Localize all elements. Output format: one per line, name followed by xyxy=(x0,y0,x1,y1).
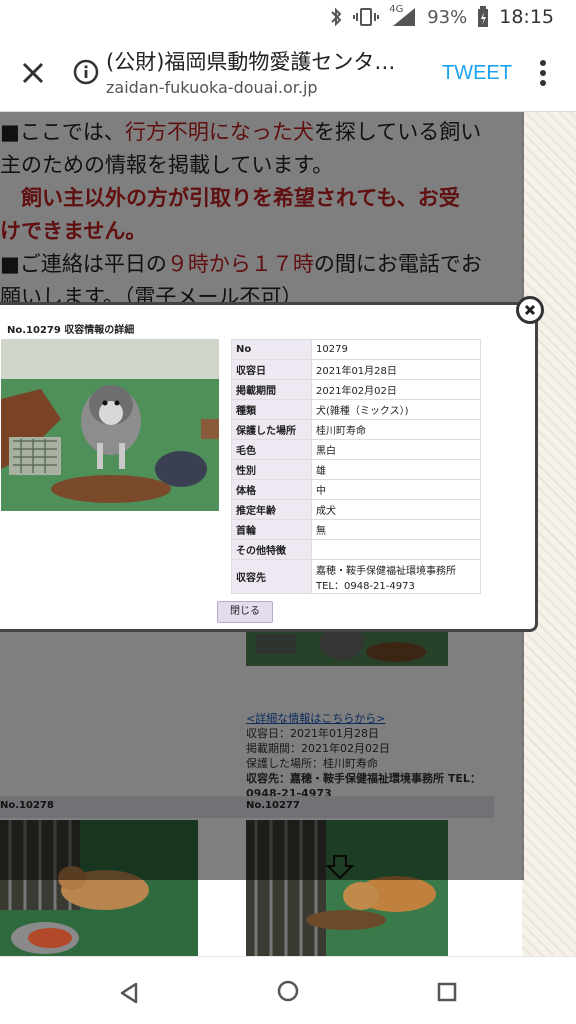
close-icon xyxy=(524,304,536,316)
overflow-menu-icon[interactable] xyxy=(537,58,549,88)
detail-key: 種類 xyxy=(231,399,312,420)
system-nav-bar xyxy=(0,956,576,1024)
custom-tab-toolbar: (公財)福岡県動物愛護センタ… zaidan-fukuoka-douai.or.… xyxy=(0,36,576,112)
detail-key: 収容日 xyxy=(231,359,312,380)
close-modal-button[interactable]: 閉じる xyxy=(217,601,273,623)
detail-row: 保護した場所 桂川町寿命 xyxy=(231,419,481,440)
clock: 18:15 xyxy=(499,6,554,28)
detail-key: 保護した場所 xyxy=(231,419,312,440)
detail-row: その他特徴 xyxy=(231,539,481,560)
detail-key: 掲載期間 xyxy=(231,379,312,400)
detail-row: 性別雄 xyxy=(231,459,481,480)
detail-key: 推定年齢 xyxy=(231,499,312,520)
recent-apps-icon[interactable] xyxy=(436,981,458,1003)
modal-close-button[interactable] xyxy=(516,296,544,324)
detail-row: 推定年齢 成犬 xyxy=(231,499,481,520)
bluetooth-icon xyxy=(331,7,342,27)
info-icon[interactable] xyxy=(72,58,100,86)
detail-key: 性別 xyxy=(231,459,312,480)
detail-row: 種類 犬(雑種（ミックス）) xyxy=(231,399,481,420)
battery-percent: 93% xyxy=(427,6,468,28)
page-url: zaidan-fukuoka-douai.or.jp xyxy=(106,78,318,97)
detail-value: 成犬 xyxy=(311,499,481,520)
detail-key: No xyxy=(231,339,312,360)
detail-value: 桂川町寿命 xyxy=(311,419,481,440)
detail-row: 収容日 2021年01月28日 xyxy=(231,359,481,380)
signal-icon: 4G xyxy=(389,4,417,28)
close-icon[interactable] xyxy=(18,58,48,88)
detail-value: 10279 xyxy=(311,339,481,360)
battery-icon xyxy=(478,6,489,27)
detail-key: 首輪 xyxy=(231,519,312,540)
detail-value xyxy=(311,539,481,560)
detail-key: 収容先 xyxy=(231,559,312,594)
detail-key: 毛色 xyxy=(231,439,312,460)
detail-value: 2021年01月28日 xyxy=(311,359,481,380)
detail-key: 体格 xyxy=(231,479,312,500)
modal-title: No.10279 収容情報の詳細 xyxy=(7,325,135,336)
detail-value: 2021年02月02日 xyxy=(311,379,481,400)
status-bar: 4G 93% 18:15 xyxy=(0,0,576,36)
detail-row: 掲載期間 2021年02月02日 xyxy=(231,379,481,400)
network-type-label: 4G xyxy=(389,4,404,15)
detail-key: その他特徴 xyxy=(231,539,312,560)
home-icon[interactable] xyxy=(276,979,300,1003)
vibrate-icon xyxy=(353,8,380,26)
tweet-button[interactable]: TWEET xyxy=(442,62,512,85)
detail-value: 犬(雑種（ミックス）) xyxy=(311,399,481,420)
detail-row: 首輪無 xyxy=(231,519,481,540)
detail-row: 毛色 黒白 xyxy=(231,439,481,460)
detail-value: 雄 xyxy=(311,459,481,480)
detail-value: 嘉穂・鞍手保健福祉環境事務所 TEL：0948-21-4973 xyxy=(311,559,481,594)
detail-modal: No.10279 収容情報の詳細 No 10279 収容日 2021年01月28日 掲載… xyxy=(0,302,538,632)
detail-value: 黒白 xyxy=(311,439,481,460)
detail-value: 無 xyxy=(311,519,481,540)
back-icon[interactable] xyxy=(118,981,140,1005)
detail-table: No 10279 収容日 2021年01月28日 掲載期間 2021年02月02日 種類 犬(… xyxy=(231,339,481,594)
detail-row: No 10279 xyxy=(231,339,481,360)
dog-photo xyxy=(1,339,219,511)
detail-value: 中 xyxy=(311,479,481,500)
detail-row: 体格中 xyxy=(231,479,481,500)
page-title: (公財)福岡県動物愛護センタ… xyxy=(106,50,396,74)
detail-row: 収容先 嘉穂・鞍手保健福祉環境事務所 TEL：0948-21-4973 xyxy=(231,559,481,594)
